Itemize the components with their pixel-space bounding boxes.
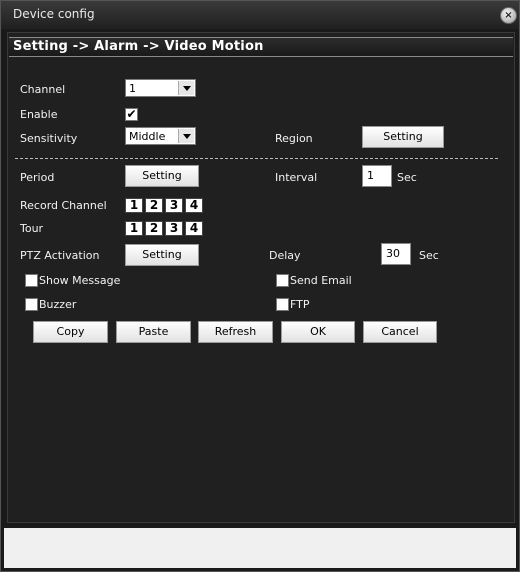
breadcrumb: Setting -> Alarm -> Video Motion bbox=[13, 39, 264, 54]
record-channel-1[interactable]: 1 bbox=[125, 198, 143, 213]
channel-select-value: 1 bbox=[129, 82, 136, 95]
copy-button[interactable]: Copy bbox=[33, 321, 108, 343]
interval-input[interactable]: 1 bbox=[362, 165, 392, 187]
record-channel-label: Record Channel bbox=[20, 199, 107, 212]
tour-channel-3[interactable]: 3 bbox=[165, 221, 183, 236]
breadcrumb-bar: Setting -> Alarm -> Video Motion bbox=[9, 37, 513, 57]
period-label: Period bbox=[20, 171, 55, 184]
show-message-checkbox[interactable] bbox=[25, 274, 38, 287]
device-config-window: Device config × Setting -> Alarm -> Vide… bbox=[0, 0, 520, 572]
chevron-down-icon bbox=[178, 81, 194, 95]
buzzer-label: Buzzer bbox=[39, 298, 77, 311]
status-bar bbox=[4, 528, 516, 568]
region-setting-button[interactable]: Setting bbox=[362, 126, 444, 148]
cancel-button[interactable]: Cancel bbox=[363, 321, 437, 343]
checkmark-icon: ✔ bbox=[126, 107, 137, 121]
window-title: Device config bbox=[13, 7, 95, 21]
delay-unit: Sec bbox=[419, 249, 439, 262]
section-divider bbox=[15, 158, 498, 159]
tour-channel-1[interactable]: 1 bbox=[125, 221, 143, 236]
record-channel-3[interactable]: 3 bbox=[165, 198, 183, 213]
send-email-label: Send Email bbox=[290, 274, 352, 287]
paste-button[interactable]: Paste bbox=[116, 321, 191, 343]
ptz-setting-button[interactable]: Setting bbox=[125, 244, 199, 266]
delay-label: Delay bbox=[269, 249, 301, 262]
enable-checkbox[interactable]: ✔ bbox=[125, 108, 138, 121]
send-email-checkbox[interactable] bbox=[276, 274, 289, 287]
tour-label: Tour bbox=[20, 222, 44, 235]
ftp-label: FTP bbox=[290, 298, 310, 311]
period-setting-button[interactable]: Setting bbox=[125, 165, 199, 187]
close-icon[interactable]: × bbox=[500, 7, 517, 24]
record-channel-4[interactable]: 4 bbox=[185, 198, 203, 213]
chevron-down-icon bbox=[178, 129, 194, 143]
interval-label: Interval bbox=[275, 171, 318, 184]
tour-channel-4[interactable]: 4 bbox=[185, 221, 203, 236]
ftp-checkbox[interactable] bbox=[276, 298, 289, 311]
ok-button[interactable]: OK bbox=[281, 321, 355, 343]
sensitivity-select-value: Middle bbox=[129, 130, 166, 143]
show-message-label: Show Message bbox=[39, 274, 121, 287]
buzzer-checkbox[interactable] bbox=[25, 298, 38, 311]
record-channel-2[interactable]: 2 bbox=[145, 198, 163, 213]
ptz-activation-label: PTZ Activation bbox=[20, 249, 100, 262]
sensitivity-label: Sensitivity bbox=[20, 132, 78, 145]
refresh-button[interactable]: Refresh bbox=[198, 321, 273, 343]
tour-channel-2[interactable]: 2 bbox=[145, 221, 163, 236]
enable-label: Enable bbox=[20, 108, 58, 121]
title-bar[interactable]: Device config × bbox=[1, 1, 519, 29]
delay-input[interactable]: 30 bbox=[381, 243, 411, 265]
channel-select[interactable]: 1 bbox=[125, 79, 196, 97]
interval-unit: Sec bbox=[397, 171, 417, 184]
sensitivity-select[interactable]: Middle bbox=[125, 127, 196, 145]
channel-label: Channel bbox=[20, 83, 66, 96]
region-label: Region bbox=[275, 132, 313, 145]
